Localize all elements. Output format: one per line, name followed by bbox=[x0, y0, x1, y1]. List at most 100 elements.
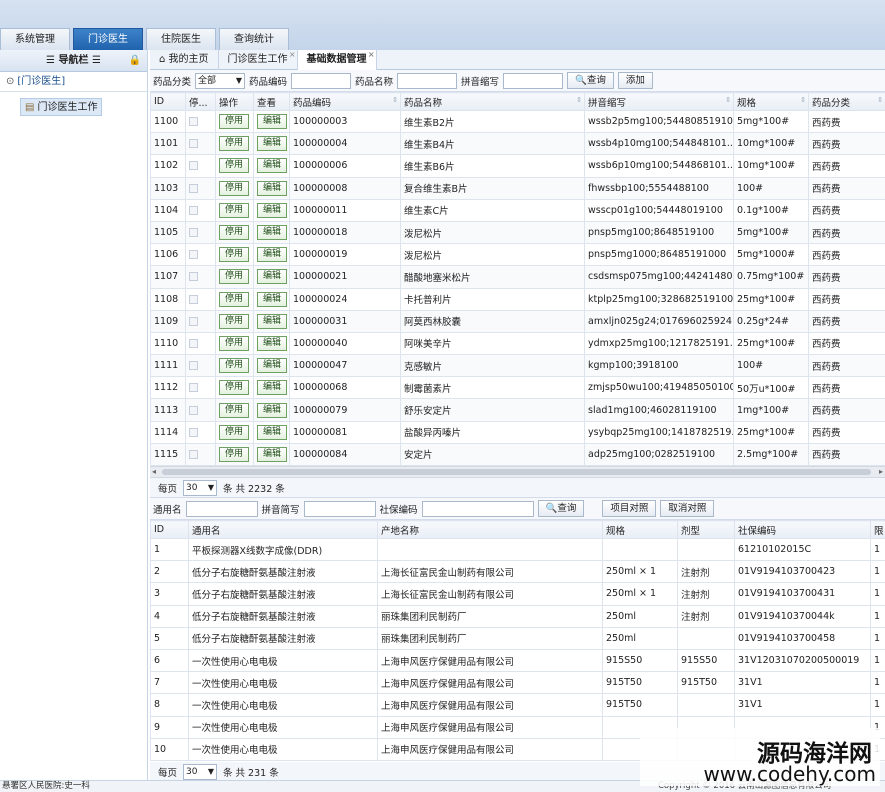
table-row[interactable]: 1101 停用 编辑 100000004 维生素B4片 wssb4p10mg100;544… bbox=[150, 132, 885, 156]
query-button[interactable]: 🔍查询 bbox=[567, 72, 614, 89]
cell-disabled[interactable] bbox=[185, 109, 216, 134]
edit-button[interactable]: 编辑 bbox=[257, 424, 288, 440]
col-generic-name[interactable]: 通用名 bbox=[188, 520, 378, 539]
table-row[interactable]: 8 一次性使用心电电极 上海申风医疗保健用品有限公司 915T50 31V1 1 bbox=[150, 693, 885, 717]
disable-button[interactable]: 停用 bbox=[219, 136, 250, 152]
checkbox[interactable] bbox=[189, 449, 198, 459]
col-drug-name[interactable]: 药品名称 ⇳ bbox=[400, 92, 585, 111]
checkbox[interactable] bbox=[189, 183, 198, 193]
insurance-code-input[interactable] bbox=[421, 500, 534, 517]
pinyin-input[interactable] bbox=[503, 72, 564, 89]
disable-button[interactable]: 停用 bbox=[219, 335, 250, 351]
table-row[interactable]: 1102 停用 编辑 100000006 维生素B6片 wssb6p10mg100;544… bbox=[150, 154, 885, 178]
cell-disabled[interactable] bbox=[185, 420, 216, 444]
col-limit[interactable]: 限 bbox=[870, 520, 885, 539]
edit-button[interactable]: 编辑 bbox=[257, 114, 288, 130]
tab-basic-data[interactable]: 基础数据管理 × bbox=[297, 50, 377, 70]
edit-button[interactable]: 编辑 bbox=[257, 291, 288, 307]
disable-button[interactable]: 停用 bbox=[219, 380, 250, 396]
cell-disabled[interactable] bbox=[185, 309, 216, 333]
drug-code-input[interactable] bbox=[291, 72, 352, 89]
scroll-left-icon[interactable]: ◂ bbox=[152, 467, 156, 476]
disable-button[interactable]: 停用 bbox=[219, 424, 250, 440]
edit-button[interactable]: 编辑 bbox=[257, 180, 288, 196]
disable-button[interactable]: 停用 bbox=[219, 358, 250, 374]
table-row[interactable]: 1112 停用 编辑 100000068 制霉菌素片 zmjsp50wu100;41948… bbox=[150, 376, 885, 400]
cell-disabled[interactable] bbox=[185, 398, 216, 422]
edit-button[interactable]: 编辑 bbox=[257, 225, 288, 241]
table-row[interactable]: 1106 停用 编辑 100000019 泼尼松片 pnsp5mg1000;8648519… bbox=[150, 243, 885, 267]
cell-disabled[interactable] bbox=[185, 287, 216, 311]
edit-button[interactable]: 编辑 bbox=[257, 136, 288, 152]
checkbox[interactable] bbox=[189, 427, 198, 437]
disable-button[interactable]: 停用 bbox=[219, 180, 250, 196]
col-origin[interactable]: 产地名称 bbox=[377, 520, 603, 539]
tab-outpatient-doctor[interactable]: 门诊医生 bbox=[73, 28, 143, 50]
col-insurance-code[interactable]: 社保编码 bbox=[734, 520, 871, 539]
col-category[interactable]: 药品分类 ⇳ bbox=[808, 92, 885, 111]
table-row[interactable]: 7 一次性使用心电电极 上海申风医疗保健用品有限公司 915T50 915T50 31V1… bbox=[150, 671, 885, 695]
cell-disabled[interactable] bbox=[185, 132, 216, 156]
tree-item-doctor-work[interactable]: ▤ 门诊医生工作 bbox=[20, 98, 103, 116]
add-button[interactable]: 添加 bbox=[617, 72, 653, 89]
edit-button[interactable]: 编辑 bbox=[257, 269, 288, 285]
tab-doctor-work[interactable]: 门诊医生工作 × bbox=[219, 50, 298, 70]
edit-button[interactable]: 编辑 bbox=[257, 202, 288, 218]
tab-inpatient-doctor[interactable]: 住院医生 bbox=[146, 28, 216, 50]
edit-button[interactable]: 编辑 bbox=[257, 380, 288, 396]
cell-disabled[interactable] bbox=[185, 198, 216, 222]
cell-disabled[interactable] bbox=[185, 354, 216, 378]
tab-home[interactable]: ⌂ 我的主页 bbox=[150, 50, 219, 70]
checkbox[interactable] bbox=[189, 338, 198, 348]
tree-root-outpatient[interactable]: ⊙ [门诊医生] bbox=[0, 72, 147, 92]
col-spec[interactable]: 规格 ⇳ bbox=[733, 92, 809, 111]
col-spec[interactable]: 规格 bbox=[602, 520, 678, 539]
table-row[interactable]: 4 低分子右旋糖酐氨基酸注射液 丽珠集团利民制药厂 250ml 注射剂 01V919410… bbox=[150, 604, 885, 628]
close-icon[interactable]: × bbox=[289, 45, 296, 65]
disable-button[interactable]: 停用 bbox=[219, 202, 250, 218]
cell-disabled[interactable] bbox=[185, 176, 216, 200]
tab-query-statistics[interactable]: 查询统计 bbox=[219, 28, 289, 50]
disable-button[interactable]: 停用 bbox=[219, 158, 250, 174]
cell-disabled[interactable] bbox=[185, 442, 216, 467]
checkbox[interactable] bbox=[189, 383, 198, 393]
table-row[interactable]: 1111 停用 编辑 100000047 克感敏片 kgmp100;3918100 100#… bbox=[150, 354, 885, 378]
cancel-match-button[interactable]: 取消对照 bbox=[660, 500, 715, 517]
edit-button[interactable]: 编辑 bbox=[257, 358, 288, 374]
code-query-button[interactable]: 🔍查询 bbox=[537, 500, 585, 517]
checkbox[interactable] bbox=[189, 250, 198, 260]
category-select[interactable]: 全部 ▼ bbox=[195, 72, 246, 89]
edit-button[interactable]: 编辑 bbox=[257, 247, 288, 263]
checkbox[interactable] bbox=[189, 361, 198, 371]
scrollbar-thumb[interactable] bbox=[162, 469, 871, 475]
disable-button[interactable]: 停用 bbox=[219, 291, 250, 307]
drug-name-input[interactable] bbox=[397, 72, 458, 89]
col-id[interactable]: ID bbox=[150, 92, 186, 111]
checkbox[interactable] bbox=[189, 139, 198, 149]
scroll-right-icon[interactable]: ▸ bbox=[879, 467, 883, 476]
checkbox[interactable] bbox=[189, 228, 198, 238]
disable-button[interactable]: 停用 bbox=[219, 247, 250, 263]
edit-button[interactable]: 编辑 bbox=[257, 158, 288, 174]
table-row[interactable]: 1110 停用 编辑 100000040 阿咪美辛片 ydmxp25mg100;12178… bbox=[150, 331, 885, 356]
checkbox[interactable] bbox=[189, 294, 198, 304]
col-drug-code[interactable]: 药品编码 ⇳ bbox=[289, 92, 401, 111]
table-row[interactable]: 1113 停用 编辑 100000079 舒乐安定片 slad1mg100;4602811… bbox=[150, 398, 885, 422]
col-pinyin[interactable]: 拼音缩写 ⇳ bbox=[584, 92, 734, 111]
checkbox[interactable] bbox=[189, 117, 198, 127]
generic-name-input[interactable] bbox=[185, 500, 258, 517]
per-page-select[interactable]: 30 ▼ bbox=[183, 763, 218, 780]
per-page-select[interactable]: 30 ▼ bbox=[183, 479, 218, 496]
col-id[interactable]: ID bbox=[150, 520, 189, 539]
lock-icon[interactable]: 🔒 bbox=[129, 50, 141, 72]
table-row[interactable]: 2 低分子右旋糖酐氨基酸注射液 上海长征富民金山制药有限公司 250ml × 1 注射剂… bbox=[150, 560, 885, 584]
col-dosage-form[interactable]: 剂型 bbox=[677, 520, 735, 539]
edit-button[interactable]: 编辑 bbox=[257, 335, 288, 351]
table-row[interactable]: 1105 停用 编辑 100000018 泼尼松片 pnsp5mg100;86485191… bbox=[150, 220, 885, 245]
disable-button[interactable]: 停用 bbox=[219, 402, 250, 418]
edit-button[interactable]: 编辑 bbox=[257, 313, 288, 329]
table-row[interactable]: 1108 停用 编辑 100000024 卡托普利片 ktplp25mg100;32868… bbox=[150, 287, 885, 311]
horizontal-scrollbar[interactable]: ◂ ▸ bbox=[150, 466, 885, 478]
cell-disabled[interactable] bbox=[185, 331, 216, 356]
collapse-icon[interactable]: ⊙ bbox=[6, 76, 14, 87]
